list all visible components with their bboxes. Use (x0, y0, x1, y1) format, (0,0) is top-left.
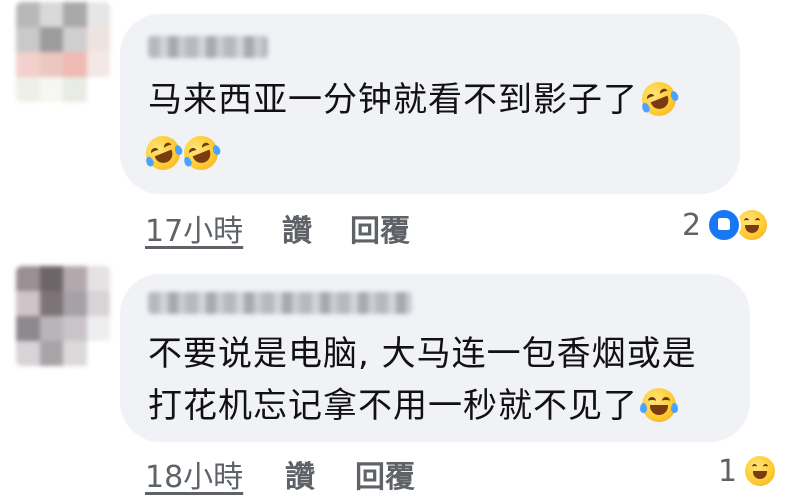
haha-icon (743, 454, 778, 488)
like-button[interactable]: 讚 (285, 452, 315, 496)
rofl-emoji-icon (178, 130, 224, 176)
like-button[interactable]: 讚 (282, 206, 312, 250)
author-name[interactable] (148, 292, 412, 314)
reply-button[interactable]: 回覆 (355, 452, 415, 496)
author-name[interactable] (148, 36, 268, 58)
comment-bubble: 马来西亚一分钟就看不到影子了 (120, 14, 740, 194)
comment-timestamp[interactable]: 17小時 (145, 214, 243, 249)
avatar[interactable] (16, 266, 110, 366)
comment-text: 马来西亚一分钟就看不到影子了 (148, 72, 682, 128)
reply-button[interactable]: 回覆 (350, 206, 410, 250)
reaction-count: 1 (718, 453, 738, 489)
reaction-summary[interactable]: 1 (718, 451, 778, 491)
like-icon (707, 208, 742, 242)
comment-meta: 18小時 讚 回覆 (145, 452, 445, 495)
reaction-count: 2 (682, 207, 702, 243)
joy-emoji-icon (640, 388, 678, 422)
comment-timestamp[interactable]: 18小時 (145, 460, 243, 495)
rofl-emoji-icon (140, 130, 186, 176)
comment-text-line2: 打花机忘记拿不用一秒就不见了 (148, 378, 678, 434)
comment-thread: 马来西亚一分钟就看不到影子了 17小時 讚 回覆 2 不要说是电脑, 大马连一包… (0, 0, 800, 500)
reaction-summary[interactable]: 2 (682, 205, 770, 245)
comment-text-line2 (140, 126, 224, 182)
rofl-emoji-icon (636, 76, 682, 122)
comment-text: 不要说是电脑, 大马连一包香烟或是 (148, 334, 697, 374)
comment-meta: 17小時 讚 回覆 (145, 206, 445, 249)
comment-bubble: 不要说是电脑, 大马连一包香烟或是 打花机忘记拿不用一秒就不见了 (120, 274, 750, 442)
avatar[interactable] (16, 2, 110, 102)
